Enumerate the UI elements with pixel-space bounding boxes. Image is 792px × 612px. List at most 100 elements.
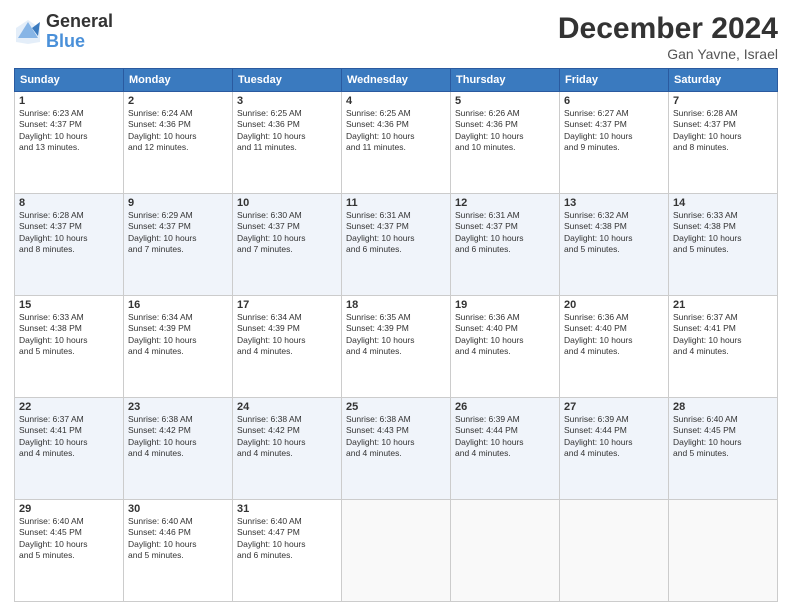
- day-info: Sunrise: 6:25 AM Sunset: 4:36 PM Dayligh…: [346, 108, 446, 154]
- calendar-week-3: 15Sunrise: 6:33 AM Sunset: 4:38 PM Dayli…: [15, 296, 778, 398]
- table-row: 4Sunrise: 6:25 AM Sunset: 4:36 PM Daylig…: [342, 92, 451, 194]
- day-info: Sunrise: 6:39 AM Sunset: 4:44 PM Dayligh…: [455, 414, 555, 460]
- month-title: December 2024: [558, 12, 778, 46]
- day-info: Sunrise: 6:38 AM Sunset: 4:42 PM Dayligh…: [237, 414, 337, 460]
- day-info: Sunrise: 6:36 AM Sunset: 4:40 PM Dayligh…: [455, 312, 555, 358]
- day-number: 25: [346, 401, 446, 413]
- location: Gan Yavne, Israel: [558, 46, 778, 62]
- col-wednesday: Wednesday: [342, 69, 451, 92]
- table-row: 11Sunrise: 6:31 AM Sunset: 4:37 PM Dayli…: [342, 194, 451, 296]
- table-row: 14Sunrise: 6:33 AM Sunset: 4:38 PM Dayli…: [669, 194, 778, 296]
- logo-text: General Blue: [46, 12, 113, 52]
- day-number: 13: [564, 197, 664, 209]
- day-number: 26: [455, 401, 555, 413]
- day-number: 3: [237, 95, 337, 107]
- day-info: Sunrise: 6:31 AM Sunset: 4:37 PM Dayligh…: [455, 210, 555, 256]
- day-number: 20: [564, 299, 664, 311]
- col-monday: Monday: [124, 69, 233, 92]
- table-row: 20Sunrise: 6:36 AM Sunset: 4:40 PM Dayli…: [560, 296, 669, 398]
- title-section: December 2024 Gan Yavne, Israel: [558, 12, 778, 62]
- day-info: Sunrise: 6:30 AM Sunset: 4:37 PM Dayligh…: [237, 210, 337, 256]
- table-row: 18Sunrise: 6:35 AM Sunset: 4:39 PM Dayli…: [342, 296, 451, 398]
- day-info: Sunrise: 6:29 AM Sunset: 4:37 PM Dayligh…: [128, 210, 228, 256]
- day-info: Sunrise: 6:37 AM Sunset: 4:41 PM Dayligh…: [19, 414, 119, 460]
- table-row: 28Sunrise: 6:40 AM Sunset: 4:45 PM Dayli…: [669, 398, 778, 500]
- day-number: 5: [455, 95, 555, 107]
- logo: General Blue: [14, 12, 113, 52]
- day-info: Sunrise: 6:28 AM Sunset: 4:37 PM Dayligh…: [673, 108, 773, 154]
- table-row: [669, 500, 778, 602]
- table-row: 27Sunrise: 6:39 AM Sunset: 4:44 PM Dayli…: [560, 398, 669, 500]
- table-row: 22Sunrise: 6:37 AM Sunset: 4:41 PM Dayli…: [15, 398, 124, 500]
- day-number: 7: [673, 95, 773, 107]
- header: General Blue December 2024 Gan Yavne, Is…: [14, 12, 778, 62]
- col-friday: Friday: [560, 69, 669, 92]
- logo-icon: [14, 18, 42, 46]
- day-number: 31: [237, 503, 337, 515]
- day-info: Sunrise: 6:40 AM Sunset: 4:46 PM Dayligh…: [128, 516, 228, 562]
- day-info: Sunrise: 6:33 AM Sunset: 4:38 PM Dayligh…: [19, 312, 119, 358]
- table-row: 1Sunrise: 6:23 AM Sunset: 4:37 PM Daylig…: [15, 92, 124, 194]
- table-row: 13Sunrise: 6:32 AM Sunset: 4:38 PM Dayli…: [560, 194, 669, 296]
- calendar-header-row: Sunday Monday Tuesday Wednesday Thursday…: [15, 69, 778, 92]
- table-row: 3Sunrise: 6:25 AM Sunset: 4:36 PM Daylig…: [233, 92, 342, 194]
- calendar-week-2: 8Sunrise: 6:28 AM Sunset: 4:37 PM Daylig…: [15, 194, 778, 296]
- table-row: 21Sunrise: 6:37 AM Sunset: 4:41 PM Dayli…: [669, 296, 778, 398]
- table-row: 25Sunrise: 6:38 AM Sunset: 4:43 PM Dayli…: [342, 398, 451, 500]
- calendar-week-1: 1Sunrise: 6:23 AM Sunset: 4:37 PM Daylig…: [15, 92, 778, 194]
- table-row: 12Sunrise: 6:31 AM Sunset: 4:37 PM Dayli…: [451, 194, 560, 296]
- day-number: 4: [346, 95, 446, 107]
- table-row: 7Sunrise: 6:28 AM Sunset: 4:37 PM Daylig…: [669, 92, 778, 194]
- table-row: 17Sunrise: 6:34 AM Sunset: 4:39 PM Dayli…: [233, 296, 342, 398]
- table-row: 26Sunrise: 6:39 AM Sunset: 4:44 PM Dayli…: [451, 398, 560, 500]
- table-row: 10Sunrise: 6:30 AM Sunset: 4:37 PM Dayli…: [233, 194, 342, 296]
- day-number: 1: [19, 95, 119, 107]
- day-number: 30: [128, 503, 228, 515]
- table-row: [342, 500, 451, 602]
- table-row: [451, 500, 560, 602]
- day-number: 21: [673, 299, 773, 311]
- day-info: Sunrise: 6:36 AM Sunset: 4:40 PM Dayligh…: [564, 312, 664, 358]
- day-info: Sunrise: 6:40 AM Sunset: 4:45 PM Dayligh…: [19, 516, 119, 562]
- table-row: 29Sunrise: 6:40 AM Sunset: 4:45 PM Dayli…: [15, 500, 124, 602]
- table-row: 9Sunrise: 6:29 AM Sunset: 4:37 PM Daylig…: [124, 194, 233, 296]
- day-info: Sunrise: 6:25 AM Sunset: 4:36 PM Dayligh…: [237, 108, 337, 154]
- table-row: 24Sunrise: 6:38 AM Sunset: 4:42 PM Dayli…: [233, 398, 342, 500]
- day-info: Sunrise: 6:35 AM Sunset: 4:39 PM Dayligh…: [346, 312, 446, 358]
- col-sunday: Sunday: [15, 69, 124, 92]
- day-info: Sunrise: 6:32 AM Sunset: 4:38 PM Dayligh…: [564, 210, 664, 256]
- day-info: Sunrise: 6:26 AM Sunset: 4:36 PM Dayligh…: [455, 108, 555, 154]
- day-number: 11: [346, 197, 446, 209]
- day-info: Sunrise: 6:37 AM Sunset: 4:41 PM Dayligh…: [673, 312, 773, 358]
- day-info: Sunrise: 6:31 AM Sunset: 4:37 PM Dayligh…: [346, 210, 446, 256]
- day-info: Sunrise: 6:27 AM Sunset: 4:37 PM Dayligh…: [564, 108, 664, 154]
- day-info: Sunrise: 6:24 AM Sunset: 4:36 PM Dayligh…: [128, 108, 228, 154]
- day-info: Sunrise: 6:33 AM Sunset: 4:38 PM Dayligh…: [673, 210, 773, 256]
- day-info: Sunrise: 6:39 AM Sunset: 4:44 PM Dayligh…: [564, 414, 664, 460]
- day-number: 8: [19, 197, 119, 209]
- day-number: 28: [673, 401, 773, 413]
- day-info: Sunrise: 6:28 AM Sunset: 4:37 PM Dayligh…: [19, 210, 119, 256]
- table-row: 2Sunrise: 6:24 AM Sunset: 4:36 PM Daylig…: [124, 92, 233, 194]
- calendar-week-4: 22Sunrise: 6:37 AM Sunset: 4:41 PM Dayli…: [15, 398, 778, 500]
- table-row: 19Sunrise: 6:36 AM Sunset: 4:40 PM Dayli…: [451, 296, 560, 398]
- day-info: Sunrise: 6:34 AM Sunset: 4:39 PM Dayligh…: [237, 312, 337, 358]
- day-number: 9: [128, 197, 228, 209]
- day-number: 27: [564, 401, 664, 413]
- col-tuesday: Tuesday: [233, 69, 342, 92]
- table-row: [560, 500, 669, 602]
- table-row: 16Sunrise: 6:34 AM Sunset: 4:39 PM Dayli…: [124, 296, 233, 398]
- table-row: 31Sunrise: 6:40 AM Sunset: 4:47 PM Dayli…: [233, 500, 342, 602]
- calendar-week-5: 29Sunrise: 6:40 AM Sunset: 4:45 PM Dayli…: [15, 500, 778, 602]
- day-number: 29: [19, 503, 119, 515]
- table-row: 23Sunrise: 6:38 AM Sunset: 4:42 PM Dayli…: [124, 398, 233, 500]
- day-number: 19: [455, 299, 555, 311]
- day-number: 23: [128, 401, 228, 413]
- table-row: 15Sunrise: 6:33 AM Sunset: 4:38 PM Dayli…: [15, 296, 124, 398]
- day-info: Sunrise: 6:23 AM Sunset: 4:37 PM Dayligh…: [19, 108, 119, 154]
- day-number: 10: [237, 197, 337, 209]
- table-row: 8Sunrise: 6:28 AM Sunset: 4:37 PM Daylig…: [15, 194, 124, 296]
- day-number: 22: [19, 401, 119, 413]
- table-row: 5Sunrise: 6:26 AM Sunset: 4:36 PM Daylig…: [451, 92, 560, 194]
- col-thursday: Thursday: [451, 69, 560, 92]
